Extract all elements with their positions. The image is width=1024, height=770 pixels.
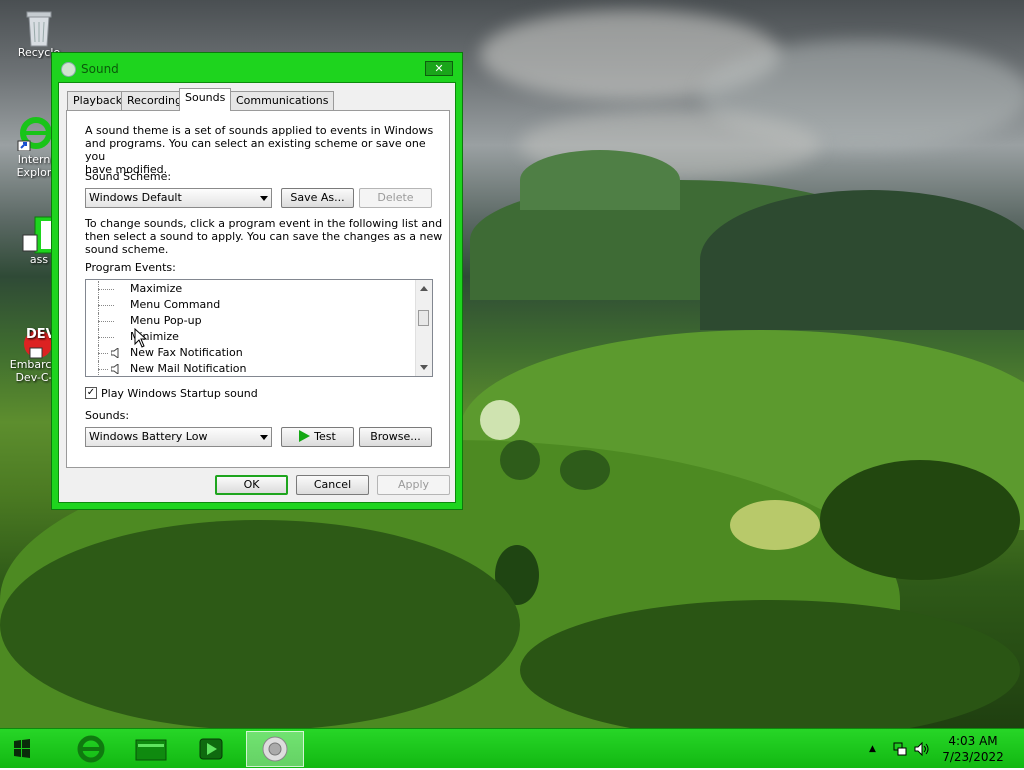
startup-sound-label: Play Windows Startup sound xyxy=(101,387,258,400)
tab-sounds[interactable]: Sounds xyxy=(179,88,232,111)
events-scrollbar[interactable] xyxy=(415,280,432,376)
sound-dialog: Sound ✕ Playback Recording Sounds Commun… xyxy=(51,52,463,510)
window-title: Sound xyxy=(81,62,119,76)
speaker-icon xyxy=(111,364,119,374)
recycle-bin-icon xyxy=(21,8,57,47)
sound-scheme-dropdown[interactable]: Windows Default xyxy=(85,188,272,208)
test-button[interactable]: Test xyxy=(281,427,354,447)
startup-sound-checkbox[interactable]: ✓ xyxy=(85,387,97,399)
clock-date: 7/23/2022 xyxy=(942,750,1004,764)
chevron-down-icon xyxy=(260,435,268,440)
program-events-list[interactable]: Maximize Menu Command Menu Pop-up Minimi… xyxy=(85,279,433,377)
clock-time: 4:03 AM xyxy=(948,734,998,748)
dialog-client-area: Playback Recording Sounds Communications… xyxy=(58,82,456,503)
volume-icon[interactable] xyxy=(914,741,930,757)
title-bar[interactable]: Sound ✕ xyxy=(52,53,462,83)
checkmark-icon: ✓ xyxy=(86,387,96,398)
play-icon xyxy=(299,430,311,442)
desktop: Recycle Intern Explor ass DEV Embarca De… xyxy=(0,0,1024,728)
scroll-down-icon[interactable] xyxy=(420,365,428,370)
sound-dropdown[interactable]: Windows Battery Low xyxy=(85,427,272,447)
speaker-icon xyxy=(61,62,76,77)
internet-explorer-icon xyxy=(77,735,105,763)
tab-communications[interactable]: Communications xyxy=(230,91,335,110)
folder-icon xyxy=(135,739,167,761)
sound-scheme-label: Sound Scheme: xyxy=(85,170,172,183)
taskbar-file-explorer[interactable] xyxy=(124,731,178,767)
list-item[interactable]: Menu Command xyxy=(86,297,416,313)
show-hidden-icons-icon[interactable]: ▲ xyxy=(869,744,876,754)
taskbar-sound-window[interactable] xyxy=(246,731,304,767)
delete-button[interactable]: Delete xyxy=(359,188,432,208)
devcpp-icon: DEV xyxy=(16,320,56,359)
scroll-up-icon[interactable] xyxy=(420,286,428,291)
close-icon: ✕ xyxy=(434,62,444,75)
change-sounds-text: To change sounds, click a program event … xyxy=(85,217,443,256)
network-icon[interactable] xyxy=(892,741,908,757)
apply-button[interactable]: Apply xyxy=(377,475,450,495)
taskbar-media-player[interactable] xyxy=(184,731,238,767)
taskbar-clock[interactable]: 4:03 AM 7/23/2022 xyxy=(938,733,1008,765)
windows-logo-icon xyxy=(14,739,30,758)
speaker-icon xyxy=(111,348,119,358)
ok-button[interactable]: OK xyxy=(215,475,288,495)
sounds-tab-panel: A sound theme is a set of sounds applied… xyxy=(66,110,450,468)
tab-playback[interactable]: Playback xyxy=(67,91,129,110)
browse-button[interactable]: Browse... xyxy=(359,427,432,447)
start-button[interactable] xyxy=(0,731,54,767)
save-as-button[interactable]: Save As... xyxy=(281,188,354,208)
media-player-icon xyxy=(199,738,223,760)
tab-recording[interactable]: Recording xyxy=(121,91,189,110)
intro-text: A sound theme is a set of sounds applied… xyxy=(85,124,434,176)
scroll-thumb[interactable] xyxy=(418,310,429,326)
cancel-button[interactable]: Cancel xyxy=(296,475,369,495)
mouse-cursor-icon xyxy=(134,328,148,348)
internet-explorer-icon xyxy=(16,115,52,152)
taskbar-internet-explorer[interactable] xyxy=(64,731,118,767)
speaker-icon xyxy=(262,736,288,762)
close-button[interactable]: ✕ xyxy=(425,61,453,76)
program-events-label: Program Events: xyxy=(85,261,176,274)
list-item[interactable]: Menu Pop-up xyxy=(86,313,416,329)
sounds-label: Sounds: xyxy=(85,409,130,422)
chevron-down-icon xyxy=(260,196,268,201)
list-item[interactable]: New Mail Notification xyxy=(86,361,416,376)
list-item[interactable]: Maximize xyxy=(86,281,416,297)
taskbar: ▲ 4:03 AM 7/23/2022 xyxy=(0,728,1024,768)
